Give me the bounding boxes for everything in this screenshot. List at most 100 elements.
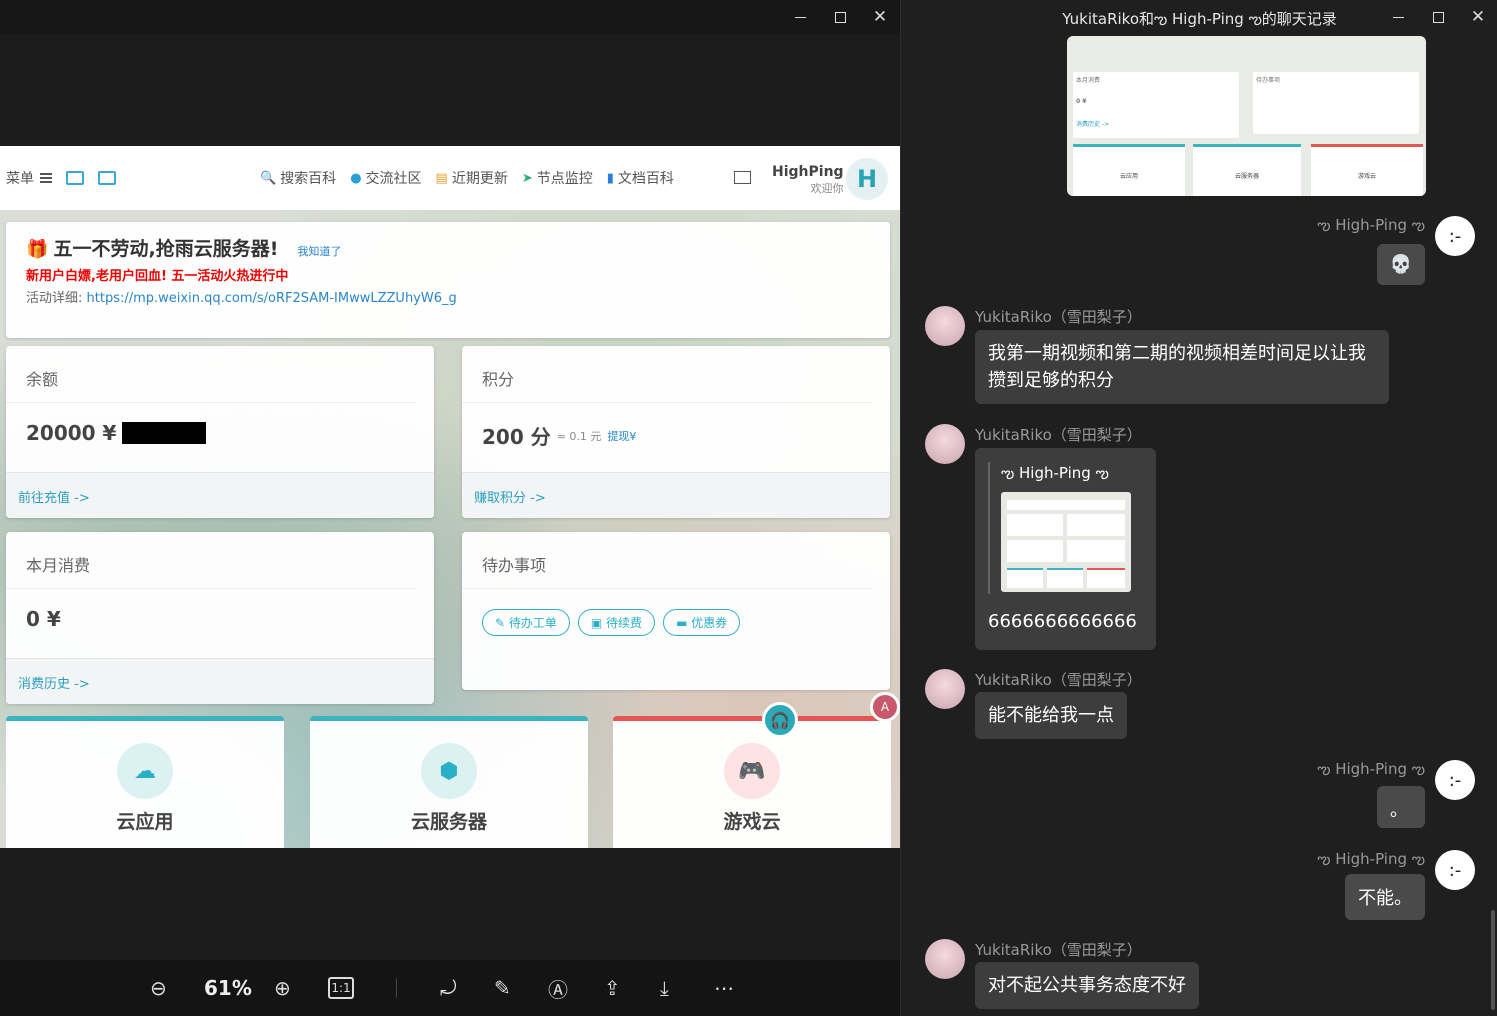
notice-dismiss-link[interactable]: 我知道了 bbox=[298, 245, 342, 258]
image-viewer-window: ✕ 菜单 🔍 搜索百科 ● 交流社区 ▤ 近期更新 ➤ 节点监控 ▮ 文档百科 HighP… bbox=[0, 0, 900, 1016]
monthly-title: 本月消费 bbox=[6, 532, 416, 589]
monthly-value: 0 ¥ bbox=[26, 607, 61, 631]
zoom-level: 61% bbox=[204, 976, 252, 1000]
balance-title: 余额 bbox=[6, 346, 416, 403]
chat-image-preview[interactable]: 本月消费 0 ¥ 消费历史 -> 待办事项 云应用 云服务器 游戏云 bbox=[1067, 36, 1426, 196]
avatar[interactable]: :- bbox=[1435, 760, 1475, 800]
notice-card: 🎁 五一不劳动,抢雨云服务器! 我知道了 新用户白嫖,老用户回血! 五一活动火热… bbox=[6, 222, 890, 338]
maximize-icon bbox=[834, 11, 846, 23]
list-icon bbox=[40, 173, 52, 183]
todo-coupon-button[interactable]: ▬ 优惠券 bbox=[663, 609, 741, 636]
chat-history-window: YukitaRiko和ఌ High-Ping ఌ的聊天记录 ✕ 本月消费 0 ¥… bbox=[900, 0, 1497, 1016]
nav-link-docs[interactable]: ▮ 文档百科 bbox=[607, 168, 674, 188]
maximize-button[interactable] bbox=[820, 0, 860, 34]
close-button[interactable]: ✕ bbox=[860, 0, 900, 34]
avatar[interactable] bbox=[925, 939, 965, 979]
zoom-in-icon[interactable]: ⊕ bbox=[274, 974, 291, 1002]
spend-history-link[interactable]: 消费历史 -> bbox=[6, 658, 434, 704]
nav-menu[interactable]: 菜单 bbox=[6, 168, 116, 188]
minimize-icon bbox=[1392, 16, 1404, 18]
cube-icon: ⬢ bbox=[421, 743, 477, 799]
translate-icon[interactable] bbox=[98, 171, 116, 185]
todo-title: 待办事项 bbox=[462, 532, 872, 589]
cloud-icon: ☁ bbox=[117, 743, 173, 799]
support-headset-icon[interactable]: 🎧 bbox=[762, 702, 798, 738]
withdraw-link[interactable]: 提现¥ bbox=[607, 428, 636, 444]
service-cloud-server[interactable]: ⬢ 云服务器 bbox=[310, 716, 588, 848]
zoom-out-icon[interactable]: ⊖ bbox=[150, 974, 167, 1002]
earn-points-link[interactable]: 赚取积分 -> bbox=[462, 472, 890, 518]
todo-tickets-button[interactable]: ✎ 待办工单 bbox=[482, 609, 570, 636]
more-icon[interactable]: ⋯ bbox=[714, 974, 734, 1002]
minimize-button[interactable] bbox=[780, 0, 820, 34]
message-bubble[interactable]: 。 bbox=[1377, 786, 1425, 828]
message-bubble[interactable]: 能不能给我一点 bbox=[975, 692, 1127, 739]
notice-promo: 新用户白嫖,老用户回血! 五一活动火热进行中 bbox=[26, 269, 289, 284]
nav-link-search-wiki[interactable]: 🔍 搜索百科 bbox=[260, 168, 336, 188]
search-icon: 🔍 bbox=[260, 170, 277, 186]
todo-buttons: ✎ 待办工单 ▣ 待续费 ▬ 优惠券 bbox=[462, 589, 890, 656]
nav-link-community[interactable]: ● 交流社区 bbox=[350, 168, 421, 188]
recharge-link[interactable]: 前往充值 -> bbox=[6, 472, 434, 518]
sender-name: YukitaRiko（雪田梨子） bbox=[975, 671, 1142, 689]
todo-renew-button[interactable]: ▣ 待续费 bbox=[577, 609, 656, 636]
quote-image-thumbnail[interactable] bbox=[1001, 492, 1131, 592]
actual-size-button[interactable]: 1:1 bbox=[328, 974, 354, 1002]
chat-maximize-button[interactable] bbox=[1418, 0, 1458, 34]
service-cloud-app[interactable]: ☁ 云应用 bbox=[6, 716, 284, 848]
toolbar-divider bbox=[396, 978, 397, 998]
chat-close-button[interactable]: ✕ bbox=[1458, 0, 1497, 34]
avatar[interactable]: :- bbox=[1435, 216, 1475, 256]
message-bubble[interactable]: 不能。 bbox=[1345, 874, 1425, 920]
book-icon: ▮ bbox=[606, 170, 614, 186]
share-icon[interactable]: ⇪ bbox=[604, 974, 621, 1002]
viewer-titlebar: ✕ bbox=[0, 0, 900, 34]
mail-icon[interactable] bbox=[734, 171, 751, 184]
quoted-message[interactable]: ఌ High-Ping ఌ 6666666666666 bbox=[975, 448, 1156, 650]
chat-minimize-button[interactable] bbox=[1378, 0, 1418, 34]
avatar[interactable] bbox=[925, 306, 965, 346]
sender-name: ఌ High-Ping ఌ bbox=[1317, 216, 1425, 234]
message-bubble[interactable]: 💀 bbox=[1376, 244, 1425, 285]
todo-card: 待办事项 ✎ 待办工单 ▣ 待续费 ▬ 优惠券 bbox=[462, 532, 890, 690]
notice-detail-link[interactable]: https://mp.weixin.qq.com/s/oRF2SAM-IMwwL… bbox=[87, 291, 457, 306]
preview-service: 云服务器 bbox=[1193, 144, 1301, 196]
viewer-toolbar: ⊖ 61% ⊕ 1:1 ⤾ ✎ Ⓐ ⇪ ⤓ ⋯ bbox=[0, 960, 900, 1016]
translate-float-icon[interactable]: A bbox=[870, 692, 900, 722]
notice-title: 五一不劳动,抢雨云服务器! bbox=[53, 238, 279, 260]
nav-menu-label: 菜单 bbox=[6, 171, 34, 187]
gamepad-icon: 🎮 bbox=[724, 743, 780, 799]
avatar[interactable] bbox=[925, 424, 965, 464]
chat-scrollbar[interactable] bbox=[1491, 910, 1495, 1010]
sender-name: YukitaRiko（雪田梨子） bbox=[975, 426, 1142, 444]
rotate-icon[interactable]: ⤾ bbox=[440, 974, 457, 1002]
message-bubble[interactable]: 对不起公共事务态度不好 bbox=[975, 962, 1199, 1009]
nav-links: 🔍 搜索百科 ● 交流社区 ▤ 近期更新 ➤ 节点监控 ▮ 文档百科 bbox=[260, 168, 674, 188]
site-navbar: 菜单 🔍 搜索百科 ● 交流社区 ▤ 近期更新 ➤ 节点监控 ▮ 文档百科 HighPin… bbox=[0, 146, 900, 210]
image-icon[interactable] bbox=[66, 171, 84, 185]
quote-sender: ఌ High-Ping ఌ bbox=[1001, 464, 1109, 482]
ocr-icon[interactable]: Ⓐ bbox=[548, 974, 568, 1002]
avatar[interactable]: :- bbox=[1435, 850, 1475, 890]
sender-name: ఌ High-Ping ఌ bbox=[1317, 760, 1425, 778]
points-title: 积分 bbox=[462, 346, 872, 403]
qq-icon: ● bbox=[350, 170, 362, 186]
maximize-icon bbox=[1432, 11, 1444, 23]
sender-name: YukitaRiko（雪田梨子） bbox=[975, 941, 1142, 959]
nav-link-node-monitor[interactable]: ➤ 节点监控 bbox=[522, 168, 593, 188]
minimize-icon bbox=[794, 16, 806, 18]
avatar[interactable]: H bbox=[846, 158, 888, 200]
avatar[interactable] bbox=[925, 669, 965, 709]
quote-reply-text: 6666666666666 bbox=[988, 611, 1137, 632]
service-game-cloud[interactable]: 🎮 游戏云 bbox=[613, 716, 891, 848]
news-icon: ▤ bbox=[435, 170, 448, 186]
nav-link-updates[interactable]: ▤ 近期更新 bbox=[436, 168, 508, 188]
message-bubble[interactable]: 我第一期视频和第二期的视频相差时间足以让我攒到足够的积分 bbox=[975, 330, 1389, 404]
gift-icon: 🎁 bbox=[26, 239, 49, 260]
download-icon[interactable]: ⤓ bbox=[660, 974, 669, 1002]
monthly-card: 本月消费 0 ¥ 消费历史 -> bbox=[6, 532, 434, 704]
balance-value: 20000 ¥ bbox=[6, 403, 434, 463]
nav-user[interactable]: HighPing 欢迎你 bbox=[772, 164, 844, 196]
points-card: 积分 200 分 ≈ 0.1 元 提现¥ 赚取积分 -> bbox=[462, 346, 890, 518]
edit-icon[interactable]: ✎ bbox=[494, 974, 511, 1002]
